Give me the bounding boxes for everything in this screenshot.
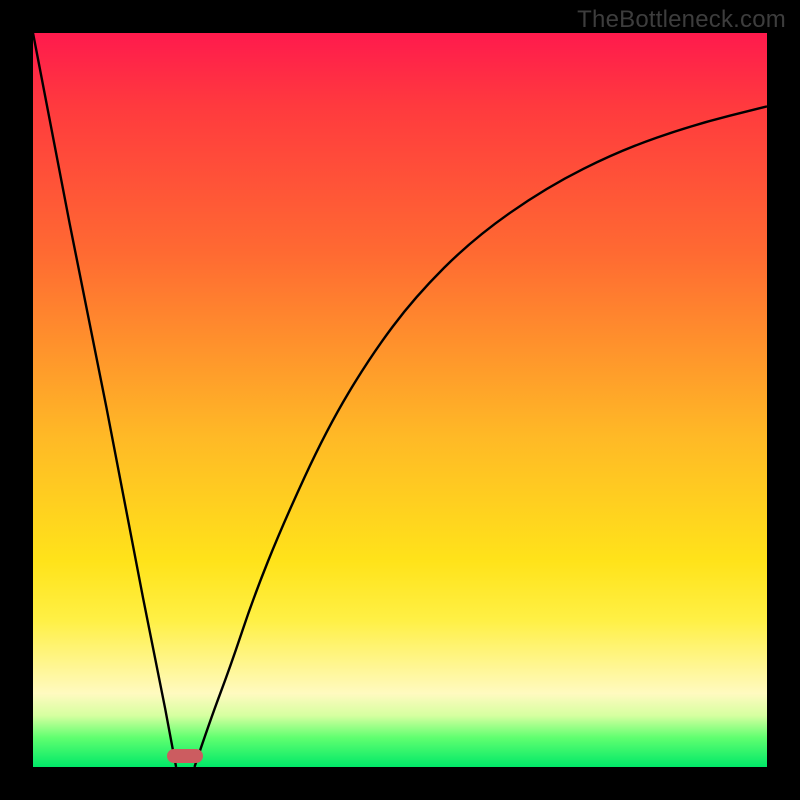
curve-left-descent [33, 33, 176, 767]
bottleneck-curve [33, 33, 767, 767]
minimum-marker [167, 749, 203, 763]
curve-right-ascent [195, 106, 768, 767]
plot-area [33, 33, 767, 767]
chart-frame: TheBottleneck.com [0, 0, 800, 800]
attribution-text: TheBottleneck.com [577, 6, 786, 34]
